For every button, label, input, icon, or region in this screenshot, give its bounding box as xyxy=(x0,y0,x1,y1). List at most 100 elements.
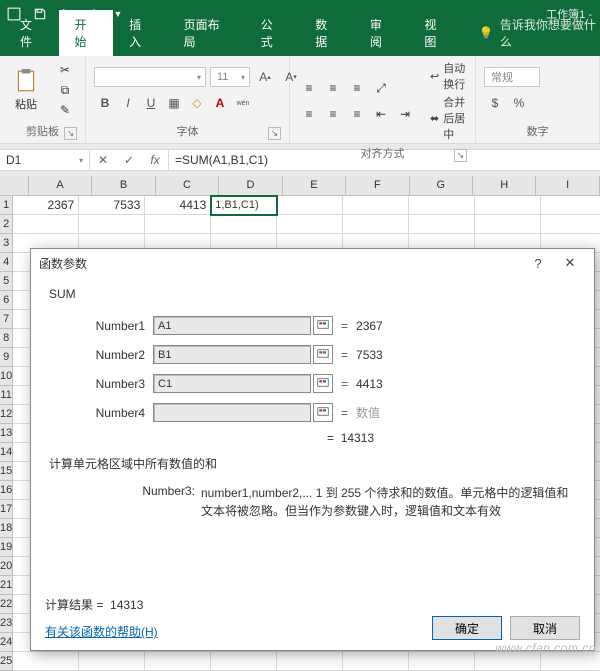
arg-input[interactable]: B1 xyxy=(153,345,311,364)
cell[interactable] xyxy=(409,652,475,671)
qat-customize-icon[interactable]: ▼ xyxy=(108,4,128,24)
arg-input[interactable]: C1 xyxy=(153,374,311,393)
row-header[interactable]: 9 xyxy=(0,348,13,367)
arg-input[interactable] xyxy=(153,403,311,422)
cell[interactable] xyxy=(343,215,409,234)
format-painter-icon[interactable]: ✎ xyxy=(54,101,76,119)
row-header[interactable]: 7 xyxy=(0,310,13,329)
row-header[interactable]: 1 xyxy=(0,196,13,215)
enter-formula-icon[interactable]: ✓ xyxy=(116,153,142,167)
row-header[interactable]: 4 xyxy=(0,253,13,272)
row-header[interactable]: 25 xyxy=(0,652,13,671)
row-header[interactable]: 24 xyxy=(0,633,13,652)
border-icon[interactable]: ▦ xyxy=(163,93,185,113)
row-header[interactable]: 20 xyxy=(0,557,13,576)
wrap-text-button[interactable]: ↩自动换行 xyxy=(430,60,467,92)
indent-dec-icon[interactable]: ⇤ xyxy=(370,104,392,124)
underline-icon[interactable]: U xyxy=(140,93,162,113)
column-header[interactable]: H xyxy=(473,176,536,195)
indent-inc-icon[interactable]: ⇥ xyxy=(394,104,416,124)
cell[interactable] xyxy=(475,652,541,671)
ok-button[interactable]: 确定 xyxy=(432,616,502,640)
cell[interactable]: 7533 xyxy=(79,196,145,215)
cell[interactable] xyxy=(277,215,343,234)
select-all[interactable] xyxy=(0,176,29,195)
row-header[interactable]: 5 xyxy=(0,272,13,291)
row-header[interactable]: 23 xyxy=(0,614,13,633)
font-family-select[interactable]: ▾ xyxy=(94,67,206,87)
cell[interactable] xyxy=(343,652,409,671)
row-header[interactable]: 3 xyxy=(0,234,13,253)
align-bottom-icon[interactable]: ≡ xyxy=(346,78,368,98)
row-header[interactable]: 2 xyxy=(0,215,13,234)
redo-icon[interactable] xyxy=(82,4,102,24)
range-selector-icon[interactable] xyxy=(313,403,333,422)
cell[interactable] xyxy=(475,215,541,234)
cell[interactable] xyxy=(13,652,79,671)
close-icon[interactable]: ✕ xyxy=(554,255,586,271)
italic-icon[interactable]: I xyxy=(117,93,139,113)
row-header[interactable]: 10 xyxy=(0,367,13,386)
cell[interactable] xyxy=(475,196,541,215)
cell[interactable]: 1,B1,C1) xyxy=(211,196,277,215)
row-header[interactable]: 13 xyxy=(0,424,13,443)
cell[interactable] xyxy=(409,196,475,215)
fill-color-icon[interactable]: ◇ xyxy=(186,93,208,113)
font-color-icon[interactable]: A xyxy=(209,93,231,113)
cancel-formula-icon[interactable]: ✕ xyxy=(90,153,116,167)
align-top-icon[interactable]: ≡ xyxy=(298,78,320,98)
percent-icon[interactable]: % xyxy=(508,93,530,113)
align-launcher-icon[interactable]: ↘ xyxy=(454,149,467,162)
row-header[interactable]: 16 xyxy=(0,481,13,500)
cell[interactable] xyxy=(79,215,145,234)
cell[interactable] xyxy=(145,215,211,234)
orientation-icon[interactable]: ⤢ xyxy=(370,78,392,98)
column-header[interactable]: F xyxy=(346,176,409,195)
tab-formulas[interactable]: 公式 xyxy=(245,10,300,56)
cell[interactable] xyxy=(277,196,343,215)
row-header[interactable]: 11 xyxy=(0,386,13,405)
cell[interactable] xyxy=(145,652,211,671)
range-selector-icon[interactable] xyxy=(313,374,333,393)
align-right-icon[interactable]: ≡ xyxy=(346,104,368,124)
tell-me[interactable]: 💡 告诉我你想要做什么 xyxy=(479,16,600,56)
paste-button[interactable]: 粘贴 xyxy=(8,68,44,112)
cancel-button[interactable]: 取消 xyxy=(510,616,580,640)
row-header[interactable]: 17 xyxy=(0,500,13,519)
column-header[interactable]: C xyxy=(156,176,219,195)
row-header[interactable]: 21 xyxy=(0,576,13,595)
clipboard-launcher-icon[interactable]: ↘ xyxy=(64,127,77,140)
cell[interactable]: 4413 xyxy=(145,196,211,215)
tab-layout[interactable]: 页面布局 xyxy=(168,10,245,56)
cell[interactable] xyxy=(277,652,343,671)
row-header[interactable]: 19 xyxy=(0,538,13,557)
cell[interactable] xyxy=(13,215,79,234)
column-header[interactable]: I xyxy=(536,176,599,195)
help-icon[interactable]: ? xyxy=(522,256,554,271)
cut-icon[interactable]: ✂ xyxy=(54,61,76,79)
range-selector-icon[interactable] xyxy=(313,316,333,335)
bold-icon[interactable]: B xyxy=(94,93,116,113)
tab-view[interactable]: 视图 xyxy=(408,10,463,56)
tab-review[interactable]: 审阅 xyxy=(354,10,409,56)
undo-icon[interactable] xyxy=(56,4,76,24)
cell[interactable] xyxy=(211,215,277,234)
phonetic-icon[interactable]: wén xyxy=(232,93,254,113)
row-header[interactable]: 22 xyxy=(0,595,13,614)
tab-data[interactable]: 数据 xyxy=(299,10,354,56)
row-header[interactable]: 15 xyxy=(0,462,13,481)
function-help-link[interactable]: 有关该函数的帮助(H) xyxy=(45,625,158,639)
cell[interactable] xyxy=(541,196,600,215)
row-header[interactable]: 8 xyxy=(0,329,13,348)
align-middle-icon[interactable]: ≡ xyxy=(322,78,344,98)
align-center-icon[interactable]: ≡ xyxy=(322,104,344,124)
align-left-icon[interactable]: ≡ xyxy=(298,104,320,124)
column-header[interactable]: G xyxy=(410,176,473,195)
increase-font-icon[interactable]: A▴ xyxy=(254,67,276,87)
cell[interactable] xyxy=(409,215,475,234)
font-launcher-icon[interactable]: ↘ xyxy=(268,127,281,140)
column-header[interactable]: D xyxy=(219,176,282,195)
cell[interactable] xyxy=(79,652,145,671)
row-header[interactable]: 12 xyxy=(0,405,13,424)
column-header[interactable]: B xyxy=(92,176,155,195)
